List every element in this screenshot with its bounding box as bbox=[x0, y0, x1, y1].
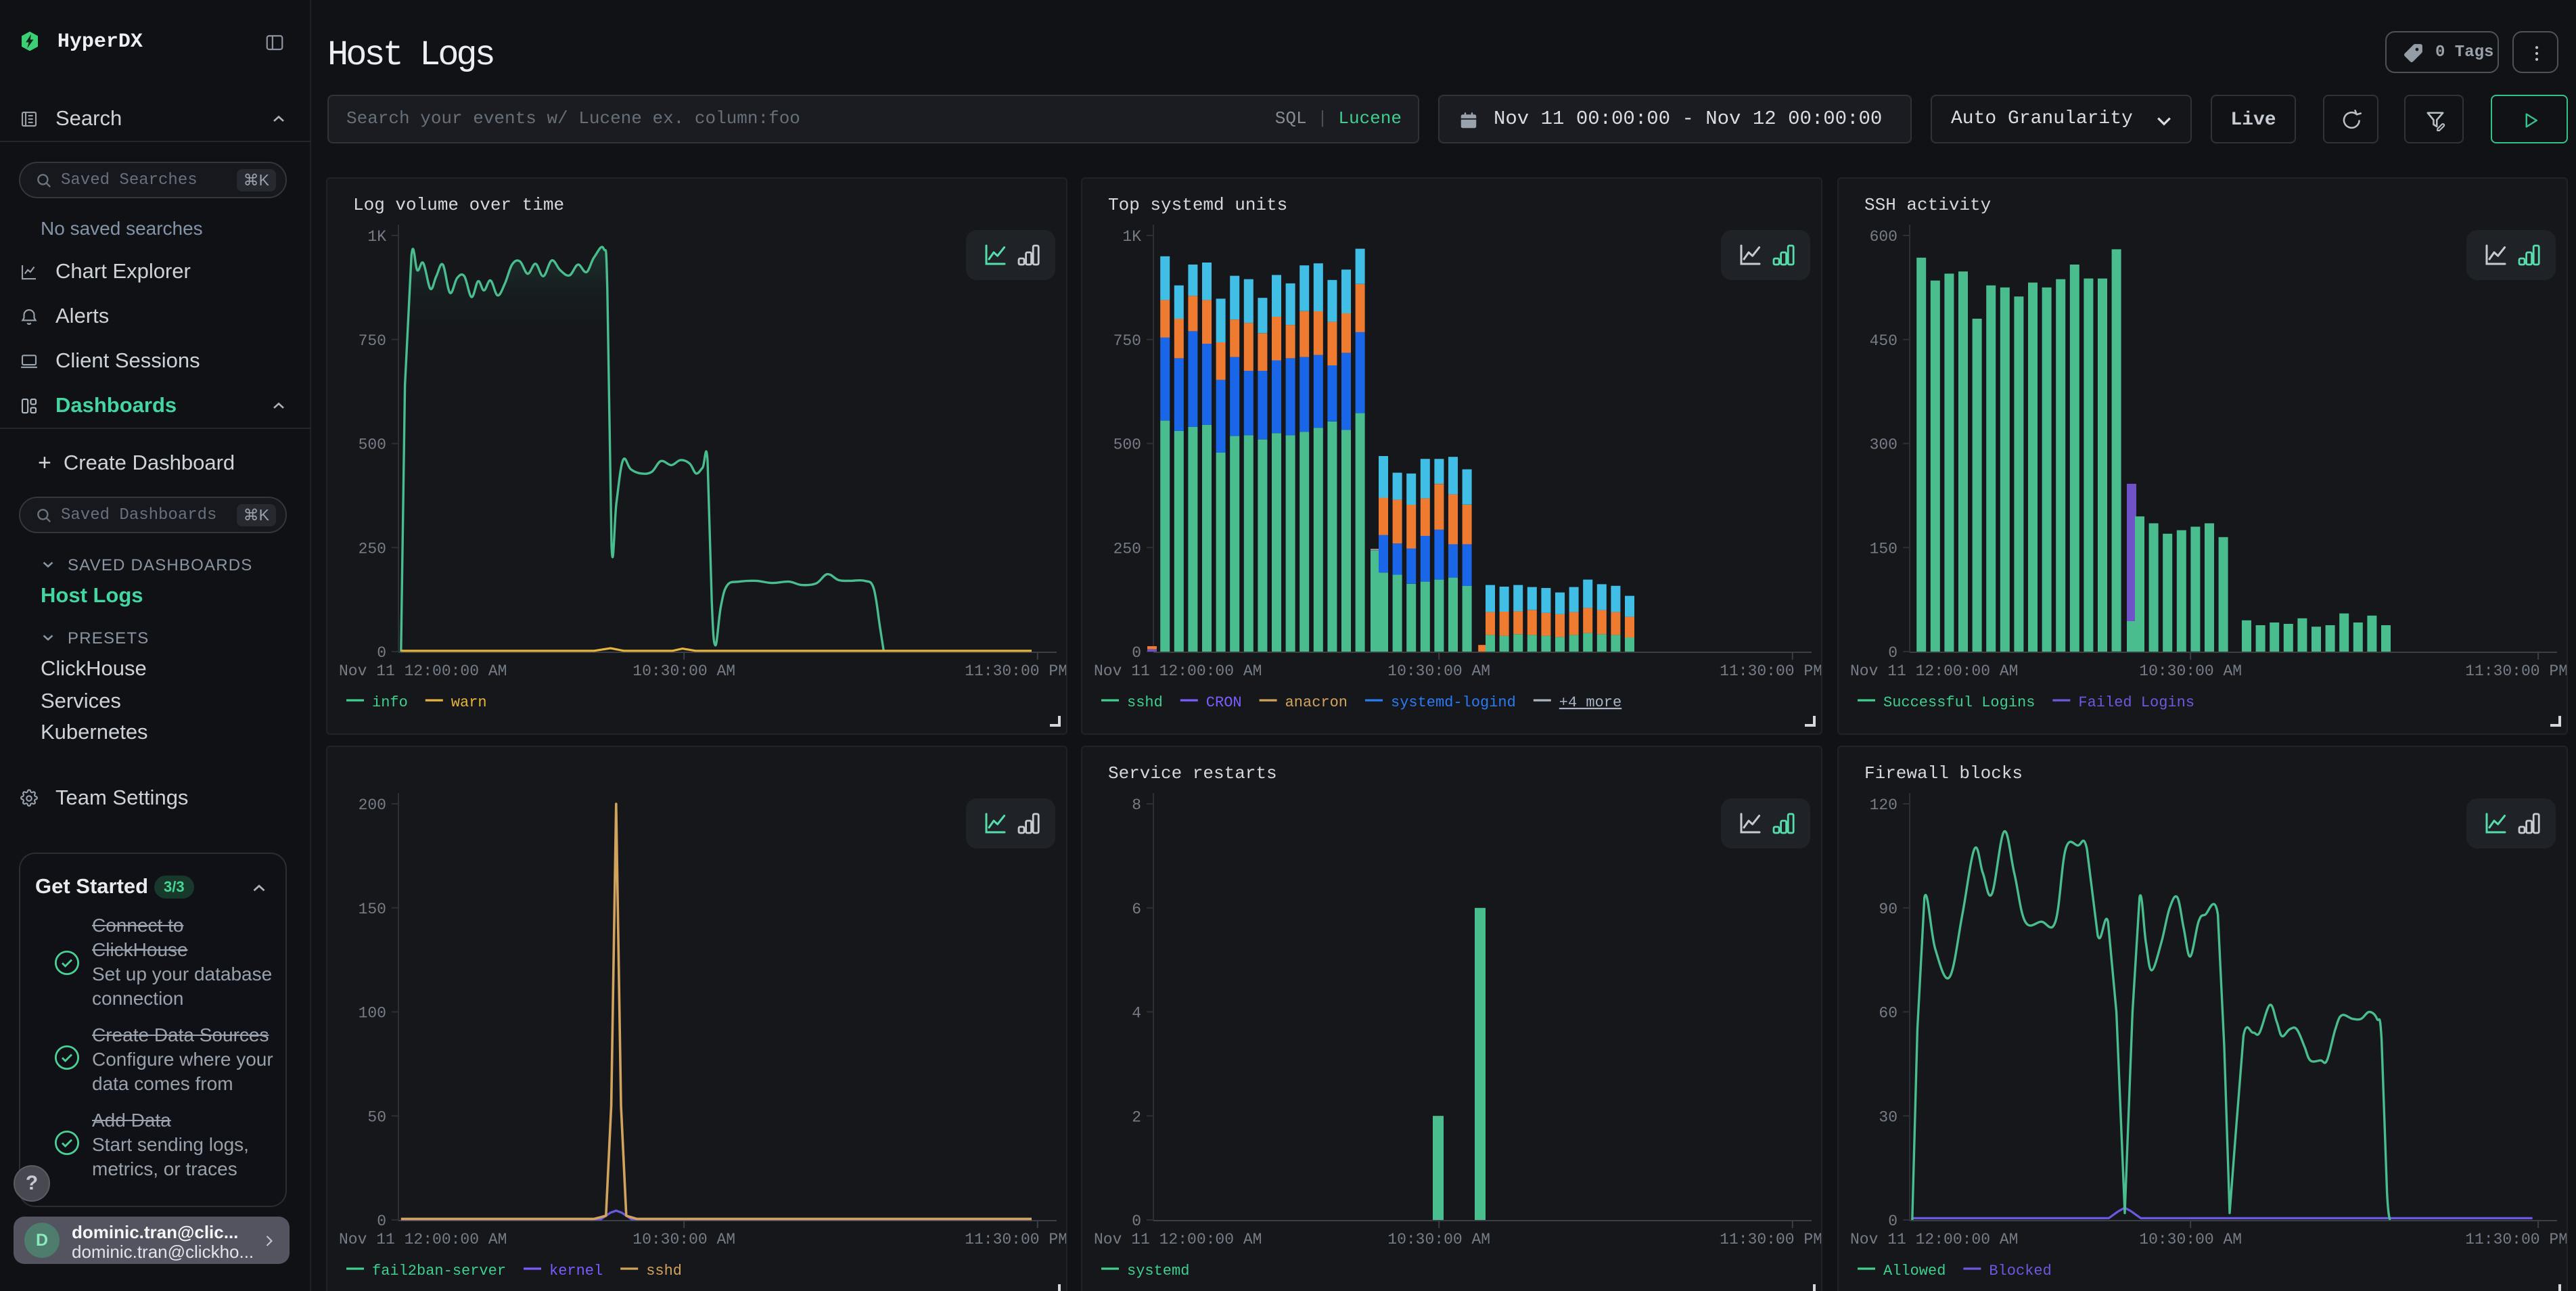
svg-text:Successful Logins: Successful Logins bbox=[1883, 694, 2035, 711]
svg-text:0: 0 bbox=[1132, 1213, 1141, 1230]
svg-text:30: 30 bbox=[1879, 1108, 1898, 1126]
svg-text:0: 0 bbox=[377, 1213, 386, 1230]
svg-text:11:30:00 PM: 11:30:00 PM bbox=[1720, 662, 1822, 680]
svg-text:Nov 11 12:00:00 AM: Nov 11 12:00:00 AM bbox=[339, 662, 507, 680]
svg-text:500: 500 bbox=[359, 436, 386, 454]
svg-text:Failed Logins: Failed Logins bbox=[2078, 694, 2194, 711]
svg-text:2: 2 bbox=[1132, 1108, 1141, 1126]
svg-text:120: 120 bbox=[1870, 796, 1898, 814]
svg-text:+4 more: +4 more bbox=[1559, 694, 1622, 711]
svg-text:Nov 11 12:00:00 AM: Nov 11 12:00:00 AM bbox=[1094, 1231, 1262, 1248]
svg-text:10:30:00 AM: 10:30:00 AM bbox=[2139, 662, 2242, 680]
svg-text:sshd: sshd bbox=[1127, 694, 1163, 711]
svg-text:0: 0 bbox=[377, 644, 386, 662]
svg-text:750: 750 bbox=[1113, 332, 1141, 350]
svg-text:150: 150 bbox=[1870, 540, 1898, 558]
svg-text:fail2ban-server: fail2ban-server bbox=[372, 1263, 506, 1279]
svg-text:anacron: anacron bbox=[1285, 694, 1348, 711]
svg-text:250: 250 bbox=[1113, 540, 1141, 558]
svg-text:10:30:00 AM: 10:30:00 AM bbox=[632, 662, 735, 680]
svg-text:systemd: systemd bbox=[1127, 1263, 1189, 1279]
svg-text:10:30:00 AM: 10:30:00 AM bbox=[1387, 662, 1490, 680]
svg-text:8: 8 bbox=[1132, 796, 1141, 814]
svg-text:11:30:00 PM: 11:30:00 PM bbox=[2465, 662, 2568, 680]
svg-text:Nov 11 12:00:00 AM: Nov 11 12:00:00 AM bbox=[1850, 662, 2018, 680]
svg-text:50: 50 bbox=[367, 1108, 386, 1126]
svg-text:0: 0 bbox=[1888, 644, 1898, 662]
svg-text:90: 90 bbox=[1879, 901, 1898, 918]
svg-text:Nov 11 12:00:00 AM: Nov 11 12:00:00 AM bbox=[339, 1231, 507, 1248]
svg-text:60: 60 bbox=[1879, 1005, 1898, 1022]
svg-text:750: 750 bbox=[359, 332, 386, 350]
svg-text:Allowed: Allowed bbox=[1883, 1263, 1946, 1279]
svg-text:Nov 11 12:00:00 AM: Nov 11 12:00:00 AM bbox=[1850, 1231, 2018, 1248]
svg-text:150: 150 bbox=[359, 901, 386, 918]
svg-text:4: 4 bbox=[1132, 1005, 1141, 1022]
svg-text:11:30:00 PM: 11:30:00 PM bbox=[2465, 1231, 2568, 1248]
svg-text:systemd-logind: systemd-logind bbox=[1391, 694, 1516, 711]
svg-text:11:30:00 PM: 11:30:00 PM bbox=[965, 662, 1067, 680]
svg-text:6: 6 bbox=[1132, 901, 1141, 918]
svg-text:Nov 11 12:00:00 AM: Nov 11 12:00:00 AM bbox=[1094, 662, 1262, 680]
svg-text:500: 500 bbox=[1113, 436, 1141, 454]
svg-text:100: 100 bbox=[359, 1005, 386, 1022]
svg-text:250: 250 bbox=[359, 540, 386, 558]
svg-text:warn: warn bbox=[451, 694, 487, 711]
svg-text:0: 0 bbox=[1888, 1213, 1898, 1230]
svg-text:200: 200 bbox=[359, 796, 386, 814]
svg-text:10:30:00 AM: 10:30:00 AM bbox=[632, 1231, 735, 1248]
svg-text:10:30:00 AM: 10:30:00 AM bbox=[1387, 1231, 1490, 1248]
svg-text:Blocked: Blocked bbox=[1989, 1263, 2051, 1279]
svg-text:kernel: kernel bbox=[549, 1263, 603, 1279]
svg-text:450: 450 bbox=[1870, 332, 1898, 350]
svg-text:11:30:00 PM: 11:30:00 PM bbox=[965, 1231, 1067, 1248]
svg-text:0: 0 bbox=[1132, 644, 1141, 662]
svg-text:info: info bbox=[372, 694, 408, 711]
svg-text:10:30:00 AM: 10:30:00 AM bbox=[2139, 1231, 2242, 1248]
svg-text:1K: 1K bbox=[1122, 228, 1141, 246]
svg-text:300: 300 bbox=[1870, 436, 1898, 454]
svg-text:600: 600 bbox=[1870, 228, 1898, 246]
svg-text:CRON: CRON bbox=[1206, 694, 1242, 711]
svg-text:sshd: sshd bbox=[646, 1263, 682, 1279]
svg-text:1K: 1K bbox=[367, 228, 386, 246]
svg-text:11:30:00 PM: 11:30:00 PM bbox=[1720, 1231, 1822, 1248]
